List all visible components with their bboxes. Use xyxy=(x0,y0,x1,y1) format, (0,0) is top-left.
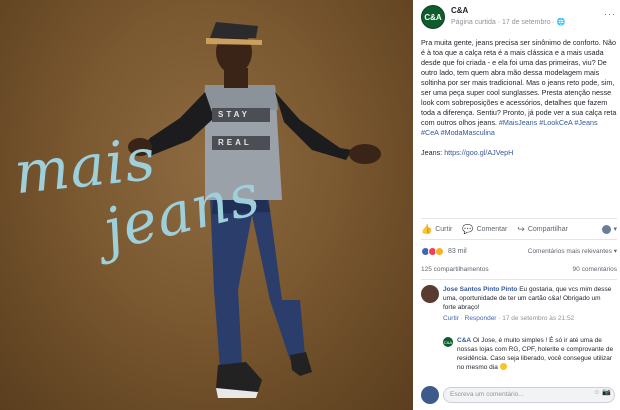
smile-emoji-icon xyxy=(499,363,507,370)
commenter-avatar[interactable] xyxy=(421,285,439,303)
post-header: C&A C&A Página curtida · 17 de setembro … xyxy=(421,5,616,31)
counts-row: 125 compartilhamentos 90 comentários xyxy=(421,266,617,280)
comment-input[interactable]: Escreva um comentário... xyxy=(443,387,615,403)
share-label: Compartilhar xyxy=(527,225,568,233)
reply-author[interactable]: C&A xyxy=(457,337,471,344)
comment-reply-link[interactable]: Responder xyxy=(465,315,497,322)
share-button[interactable]: ↪ Compartilhar xyxy=(517,224,568,235)
comment-like-link[interactable]: Curtir xyxy=(443,315,459,322)
page-name[interactable]: C&A xyxy=(451,6,468,15)
comment-actions: Curtir · Responder · 17 de setembro às 2… xyxy=(443,315,575,322)
comment-author[interactable]: Jose Santos Pinto Pinto xyxy=(443,286,517,293)
composer-icons[interactable]: ☺ 📷 xyxy=(593,388,611,396)
reply-text: Oi Jose, é muito simples ! É só ir até u… xyxy=(457,337,614,371)
comment-button[interactable]: 💬 Comentar xyxy=(462,224,507,235)
user-avatar-small xyxy=(602,224,612,234)
post-link[interactable]: https://goo.gl/AJVepH xyxy=(444,148,513,157)
reply-avatar[interactable]: C&A xyxy=(443,337,453,347)
comment-time: 17 de setembro às 21:52 xyxy=(502,315,575,322)
post-photo[interactable]: mais jeans STAY REAL xyxy=(0,0,413,410)
post-as-selector[interactable]: ▾ xyxy=(602,224,617,234)
current-user-avatar xyxy=(421,386,439,404)
reaction-icons[interactable] xyxy=(421,246,444,256)
reactions-row: 83 mil Comentários mais relevantes ▾ xyxy=(421,244,617,258)
post-meta: Página curtida · 17 de setembro · 🌐 xyxy=(451,19,566,26)
comment-icon: 💬 xyxy=(462,223,474,234)
post-link-line: Jeans: https://goo.gl/AJVepH xyxy=(421,148,617,158)
chevron-down-icon: ▾ xyxy=(613,226,617,233)
like-label: Curtir xyxy=(435,225,453,233)
more-options-icon[interactable]: ··· xyxy=(604,9,616,19)
post-link-label: Jeans: xyxy=(421,148,445,157)
shirt-print-real: REAL xyxy=(218,138,252,147)
comment-item: Jose Santos Pinto Pinto Eu gostaria, que… xyxy=(421,285,617,335)
page-avatar[interactable]: C&A xyxy=(421,5,445,29)
reply-body: C&A Oi Jose, é muito simples ! É só ir a… xyxy=(457,336,617,372)
post-panel: C&A C&A Página curtida · 17 de setembro … xyxy=(413,0,620,410)
comment-label: Comentar xyxy=(476,225,508,233)
shares-count[interactable]: 125 compartilhamentos xyxy=(421,266,489,279)
comments-count[interactable]: 90 comentários xyxy=(573,266,617,279)
shirt-print-stay: STAY xyxy=(218,110,251,119)
comment-composer: Escreva um comentário... ☺ 📷 xyxy=(421,385,617,405)
thumbs-up-icon: 👍 xyxy=(421,223,433,234)
action-bar: 👍 Curtir 💬 Comentar ↪ Compartilhar ▾ xyxy=(421,218,617,240)
post-body-text: Pra muita gente, jeans precisa ser sinôn… xyxy=(421,38,617,127)
share-icon: ↪ xyxy=(517,223,525,234)
like-button[interactable]: 👍 Curtir xyxy=(421,224,452,235)
comment-body: Jose Santos Pinto Pinto Eu gostaria, que… xyxy=(443,285,613,323)
comment-sort-dropdown[interactable]: Comentários mais relevantes ▾ xyxy=(528,247,617,255)
wow-reaction-icon xyxy=(435,246,444,256)
post-body: Pra muita gente, jeans precisa ser sinôn… xyxy=(421,38,617,158)
reaction-count[interactable]: 83 mil xyxy=(448,248,467,255)
